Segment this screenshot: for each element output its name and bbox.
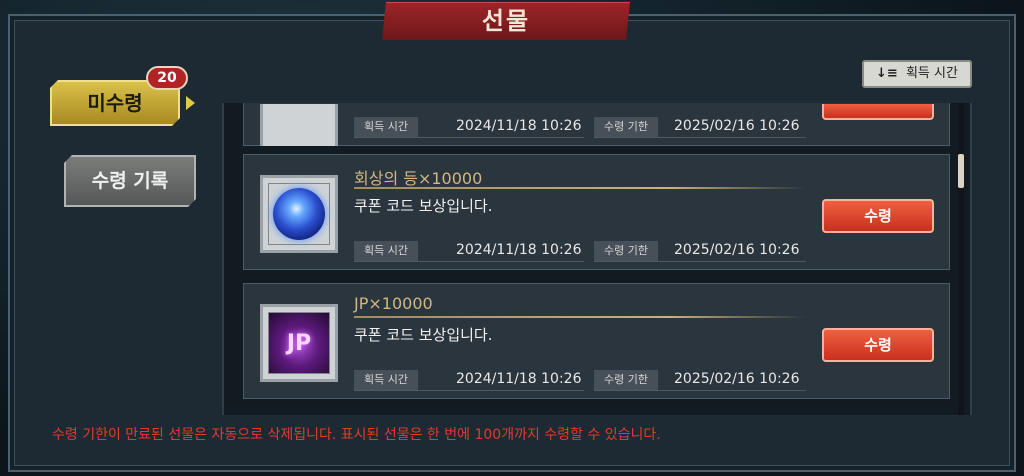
claim-button[interactable]: [822, 104, 934, 120]
expiry-label: 수령 기한: [594, 117, 658, 137]
item-icon-frame: [260, 175, 338, 253]
scrollbar-thumb[interactable]: [958, 154, 964, 188]
scrollbar-track[interactable]: [958, 103, 964, 415]
expiry-label: 수령 기한: [594, 370, 658, 390]
jp-icon: JP: [268, 312, 330, 374]
item-icon-frame: JP: [260, 304, 338, 382]
sort-button[interactable]: ↓≡ 획득 시간: [862, 60, 972, 88]
unclaimed-count-badge: 20: [146, 66, 188, 90]
acquired-label: 획득 시간: [354, 370, 418, 390]
tab-history[interactable]: 수령 기록: [64, 155, 196, 207]
expiry-underline: [594, 261, 806, 262]
acquired-value: 2024/11/18 10:26: [456, 242, 582, 258]
jp-icon-glyph: JP: [286, 330, 312, 356]
sort-icon: ↓≡: [876, 66, 898, 81]
acquired-underline: [354, 137, 584, 138]
page-title: 선물: [481, 7, 531, 35]
footer-note: 수령 기한이 만료된 선물은 자동으로 삭제됩니다. 표시된 선물은 한 번에 …: [52, 427, 661, 443]
expiry-underline: [594, 137, 806, 138]
expiry-value: 2025/02/16 10:26: [674, 118, 800, 134]
selected-tab-arrow-icon: [186, 96, 195, 110]
acquired-underline: [354, 261, 584, 262]
item-icon: [260, 104, 338, 146]
claim-button[interactable]: 수령: [822, 199, 934, 233]
tab-history-label: 수령 기록: [91, 170, 169, 192]
item-description: 쿠폰 코드 보상입니다.: [354, 326, 493, 344]
sort-button-label: 획득 시간: [905, 66, 958, 81]
list-item: 회상의 등×10000 쿠폰 코드 보상입니다. 획득 시간 2024/11/1…: [243, 154, 950, 270]
acquired-value: 2024/11/18 10:26: [456, 371, 582, 387]
acquired-label: 획득 시간: [354, 241, 418, 261]
acquired-underline: [354, 390, 584, 391]
list-item: JP JP×10000 쿠폰 코드 보상입니다. 획득 시간 2024/11/1…: [243, 283, 950, 399]
item-name: JP×10000: [354, 294, 433, 313]
expiry-value: 2025/02/16 10:26: [674, 242, 800, 258]
item-name-underline: [354, 187, 806, 189]
tab-unclaimed-label: 미수령: [87, 91, 143, 115]
expiry-label: 수령 기한: [594, 241, 658, 261]
item-name: 회상의 등×10000: [354, 169, 483, 188]
item-description: 쿠폰 코드 보상입니다.: [354, 197, 493, 215]
acquired-label: 획득 시간: [354, 117, 418, 137]
acquired-value: 2024/11/18 10:26: [456, 118, 582, 134]
blue-orb-icon: [273, 188, 325, 240]
item-name-underline: [354, 316, 806, 318]
expiry-underline: [594, 390, 806, 391]
item-icon-inner: [268, 183, 330, 245]
expiry-value: 2025/02/16 10:26: [674, 371, 800, 387]
claim-button[interactable]: 수령: [822, 328, 934, 362]
